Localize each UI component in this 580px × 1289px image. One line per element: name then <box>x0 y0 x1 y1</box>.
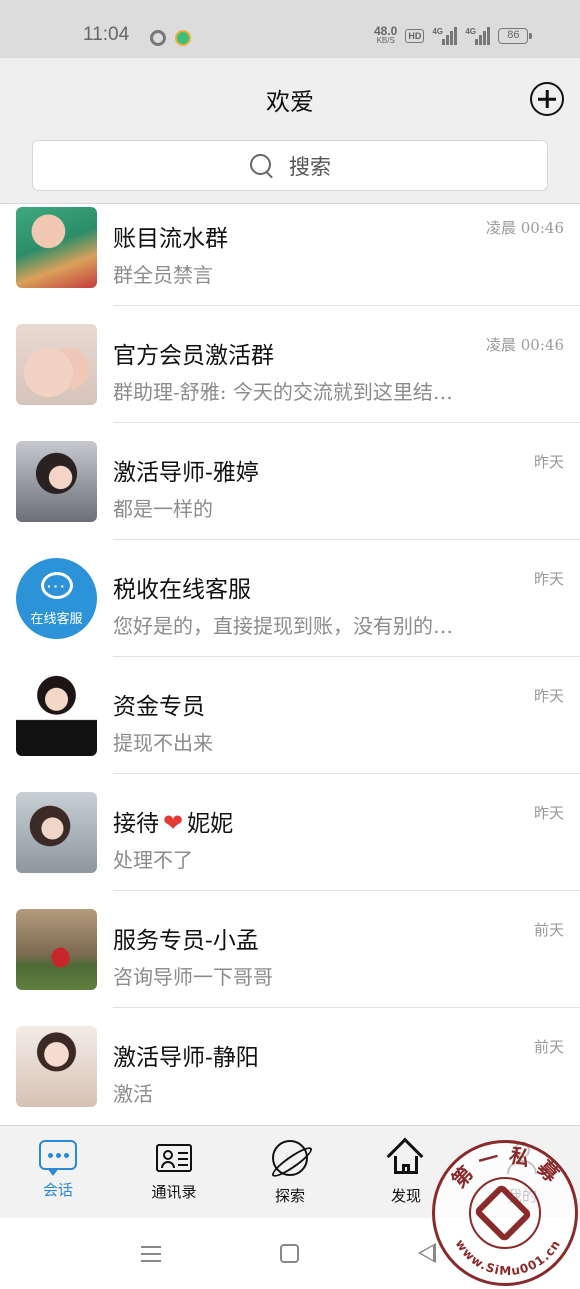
search-placeholder: 搜索 <box>289 154 331 179</box>
back-triangle-icon[interactable] <box>418 1243 436 1263</box>
chat-time: 凌晨 00:46 <box>486 336 564 354</box>
q-app-icon <box>150 29 166 46</box>
tab-chats[interactable]: 会话 <box>0 1140 116 1200</box>
chat-list[interactable]: 账目流水群 群全员禁言 凌晨 00:46 官方会员激活群 群助理-舒雅: 今天的… <box>0 205 580 1125</box>
chat-item[interactable]: 服务专员-小孟 咨询导师一下哥哥 前天 <box>0 891 580 1008</box>
status-indicators: 48.0 KB/S HD 4G 4G 86 <box>374 22 533 50</box>
chat-message: 咨询导师一下哥哥 <box>113 965 273 989</box>
page-title: 欢爱 <box>266 88 314 116</box>
chat-time: 前天 <box>533 921 564 939</box>
video-app-icon <box>175 29 192 46</box>
tab-label: 探索 <box>274 1187 305 1205</box>
chat-item[interactable]: 资金专员 提现不出来 昨天 <box>0 657 580 774</box>
avatar <box>16 207 97 288</box>
chat-name-prefix: 接待 <box>113 811 159 837</box>
app-header: 欢爱 搜索 <box>0 58 580 204</box>
contact-card-icon <box>156 1144 192 1172</box>
status-app-icons <box>150 27 195 46</box>
status-time: 11:04 <box>83 24 130 45</box>
chat-item[interactable]: 官方会员激活群 群助理-舒雅: 今天的交流就到这里结… 凌晨 00:46 <box>0 306 580 423</box>
chat-time: 前天 <box>533 1038 564 1056</box>
chat-name: 官方会员激活群 <box>113 343 274 369</box>
chat-item[interactable]: ··· 在线客服 税收在线客服 您好是的，直接提现到账，没有别的… 昨天 <box>0 540 580 657</box>
chat-item[interactable]: 激活导师-静阳 激活 前天 <box>0 1008 580 1125</box>
battery-icon: 86 <box>498 28 533 44</box>
hd-icon: HD <box>405 29 425 43</box>
chat-time: 昨天 <box>533 570 564 588</box>
chat-name: 账目流水群 <box>113 226 228 252</box>
chat-name: 服务专员-小孟 <box>113 928 259 954</box>
chat-name: 资金专员 <box>113 694 205 720</box>
home-square-icon[interactable] <box>280 1244 299 1263</box>
home-icon <box>386 1137 425 1176</box>
chat-message: 提现不出来 <box>113 731 213 755</box>
chat-name: 激活导师-雅婷 <box>113 460 259 486</box>
chat-time: 昨天 <box>533 453 564 471</box>
avatar <box>16 909 97 990</box>
chat-item[interactable]: 接待 ❤ 妮妮 处理不了 昨天 <box>0 774 580 891</box>
signal-icon-2: 4G <box>465 27 491 45</box>
dots-icon: ··· <box>47 578 67 594</box>
chat-message: 处理不了 <box>113 848 193 872</box>
chat-message: 群助理-舒雅: 今天的交流就到这里结… <box>113 380 453 404</box>
chat-message: 您好是的，直接提现到账，没有别的… <box>113 614 453 638</box>
avatar-label: 在线客服 <box>30 612 83 627</box>
chat-item[interactable]: 账目流水群 群全员禁言 凌晨 00:46 <box>0 205 580 322</box>
chat-time: 凌晨 00:46 <box>486 219 564 237</box>
tab-label: 会话 <box>42 1181 73 1199</box>
chat-name: 税收在线客服 <box>113 577 251 603</box>
planet-icon <box>272 1140 308 1176</box>
chat-name: 接待 ❤ 妮妮 <box>113 804 233 838</box>
chat-message: 都是一样的 <box>113 497 213 521</box>
search-input[interactable]: 搜索 <box>32 140 548 191</box>
avatar <box>16 792 97 873</box>
tab-explore[interactable]: 探索 <box>232 1140 348 1206</box>
chat-bubble-icon <box>39 1140 77 1176</box>
chat-message: 激活 <box>113 1082 153 1106</box>
signal-icon: 4G <box>432 27 458 45</box>
avatar <box>16 324 97 405</box>
customer-service-avatar: ··· 在线客服 <box>16 558 97 639</box>
network-speed: 48.0 KB/S <box>374 24 398 45</box>
tab-label: 通讯录 <box>151 1183 197 1201</box>
add-button[interactable] <box>530 82 564 116</box>
recent-apps-icon[interactable] <box>141 1246 161 1262</box>
watermark-stamp: 第一私募 www.SiMu001.cn <box>432 1140 578 1286</box>
avatar <box>16 441 97 522</box>
status-bar: 11:04 48.0 KB/S HD 4G 4G 86 <box>0 0 580 58</box>
chat-item[interactable]: 激活导师-雅婷 都是一样的 昨天 <box>0 423 580 540</box>
chat-name: 激活导师-静阳 <box>113 1045 259 1071</box>
chat-message: 群全员禁言 <box>113 263 213 287</box>
chat-name-suffix: 妮妮 <box>187 811 234 837</box>
search-icon <box>249 153 275 179</box>
avatar <box>16 1026 97 1107</box>
heart-icon: ❤ <box>163 809 184 837</box>
chat-time: 昨天 <box>533 804 564 822</box>
avatar <box>16 675 97 756</box>
tab-contacts[interactable]: 通讯录 <box>116 1140 232 1202</box>
chat-time: 昨天 <box>533 687 564 705</box>
